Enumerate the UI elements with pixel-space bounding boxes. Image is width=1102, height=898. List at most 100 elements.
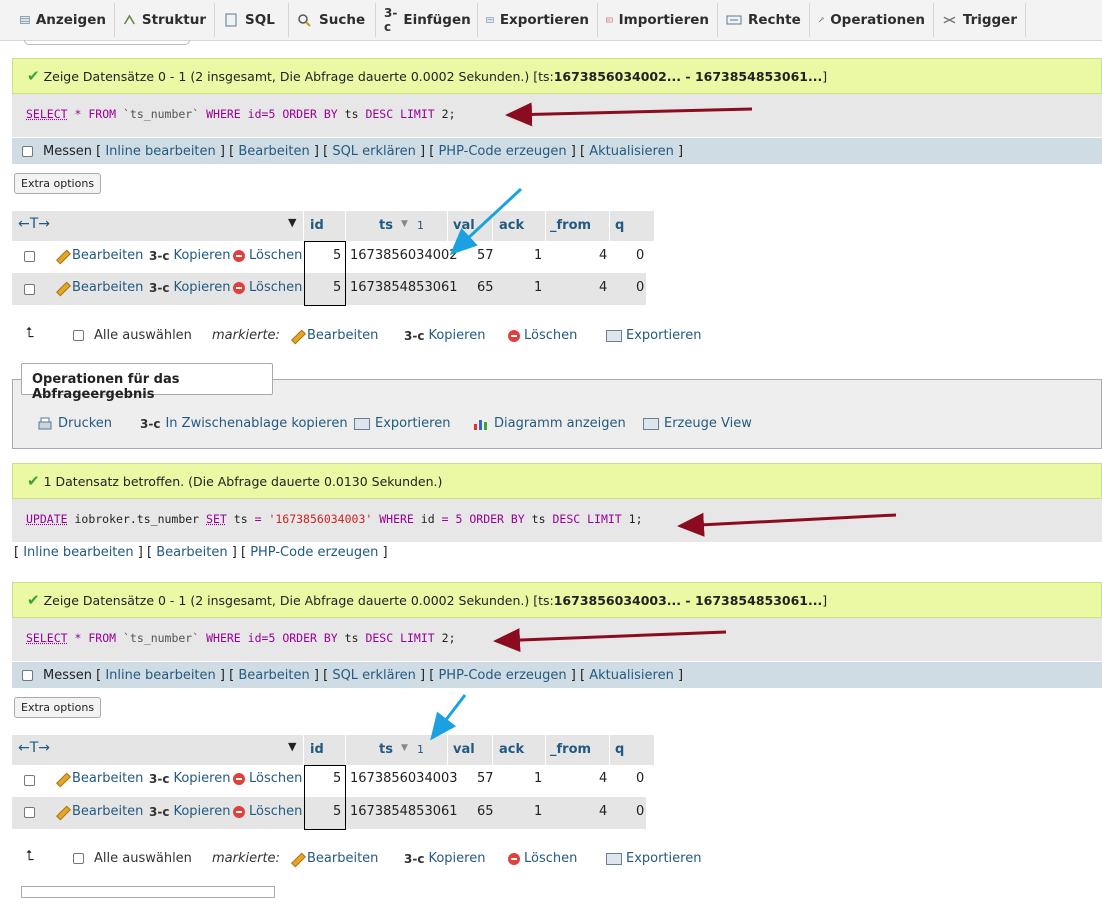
row-copy-link[interactable]: 3-c Kopieren: [149, 248, 230, 263]
tab-operations[interactable]: Operationen: [810, 3, 934, 37]
profiling-checkbox[interactable]: [22, 145, 33, 157]
refresh-link[interactable]: Aktualisieren: [589, 668, 674, 683]
tab-insert[interactable]: 3-c Einfügen: [376, 3, 478, 37]
check-icon: ✔: [27, 591, 40, 609]
column-header-ts[interactable]: ts: [379, 218, 393, 233]
row-checkbox[interactable]: [24, 251, 35, 262]
cell-q[interactable]: 0: [636, 804, 644, 819]
row-edit-link[interactable]: Bearbeiten: [55, 804, 143, 819]
inline-edit-link[interactable]: Inline bearbeiten: [23, 545, 133, 560]
bulk-copy-button[interactable]: 3-c Kopieren: [404, 851, 485, 866]
bulk-copy-button[interactable]: 3-c Kopieren: [404, 328, 485, 343]
bulk-delete-button[interactable]: Löschen: [508, 328, 577, 343]
column-toggle-arrows[interactable]: ←T→: [18, 216, 50, 232]
tab-import[interactable]: Importieren: [598, 3, 718, 37]
tab-export[interactable]: Exportieren: [478, 3, 598, 37]
column-header-ack[interactable]: ack: [499, 742, 524, 757]
row-edit-link[interactable]: Bearbeiten: [55, 248, 143, 263]
select-all-checkbox[interactable]: [73, 853, 84, 864]
cell-val[interactable]: 65: [477, 804, 494, 819]
tab-browse[interactable]: Anzeigen: [12, 3, 115, 37]
print-button[interactable]: Drucken: [37, 416, 112, 431]
cell-val[interactable]: 57: [477, 771, 494, 786]
column-separator: [447, 211, 448, 241]
row-copy-link[interactable]: 3-c Kopieren: [149, 280, 230, 295]
cell-from[interactable]: 4: [599, 248, 607, 263]
edit-link[interactable]: Bearbeiten: [156, 545, 227, 560]
create-view-button[interactable]: Erzeuge View: [643, 416, 752, 431]
tab-privileges[interactable]: Rechte: [718, 3, 810, 37]
cell-ts[interactable]: 1673856034003: [350, 771, 458, 786]
cell-q[interactable]: 0: [636, 280, 644, 295]
create-php-code-link[interactable]: PHP-Code erzeugen: [438, 144, 566, 159]
column-dropdown-icon[interactable]: ▼: [288, 216, 296, 229]
cell-q[interactable]: 0: [636, 771, 644, 786]
column-header-id[interactable]: id: [310, 218, 324, 233]
bulk-delete-button[interactable]: Löschen: [508, 851, 577, 866]
explain-sql-link[interactable]: SQL erklären: [332, 668, 416, 683]
row-delete-link[interactable]: Löschen: [233, 804, 302, 819]
row-copy-link[interactable]: 3-c Kopieren: [149, 804, 230, 819]
column-toggle-arrows[interactable]: ←T→: [18, 740, 50, 756]
row-delete-link[interactable]: Löschen: [233, 771, 302, 786]
tab-search[interactable]: Suche: [289, 3, 376, 37]
create-php-code-link[interactable]: PHP-Code erzeugen: [250, 545, 378, 560]
tab-structure[interactable]: Struktur: [115, 3, 215, 37]
bulk-edit-button[interactable]: Bearbeiten: [290, 851, 378, 866]
cell-val[interactable]: 65: [477, 280, 494, 295]
explain-sql-link[interactable]: SQL erklären: [332, 144, 416, 159]
inline-edit-link[interactable]: Inline bearbeiten: [105, 668, 215, 683]
column-header-q[interactable]: q: [615, 218, 624, 233]
tab-trigger[interactable]: Trigger: [934, 3, 1026, 37]
row-checkbox[interactable]: [24, 807, 35, 818]
extra-options-button[interactable]: Extra options: [14, 173, 102, 194]
update-actions-bar: [ Inline bearbeiten ] [ Bearbeiten ] [ P…: [14, 545, 388, 560]
column-header-q[interactable]: q: [615, 742, 624, 757]
display-chart-button[interactable]: Diagramm anzeigen: [473, 416, 626, 431]
row-checkbox[interactable]: [24, 775, 35, 786]
profiling-checkbox[interactable]: [22, 669, 33, 681]
select-all-checkbox[interactable]: [73, 330, 84, 341]
cell-from[interactable]: 4: [599, 771, 607, 786]
cell-ack[interactable]: 1: [534, 804, 542, 819]
edit-link[interactable]: Bearbeiten: [238, 144, 309, 159]
column-header-val[interactable]: val: [453, 742, 475, 757]
bulk-export-button[interactable]: Exportieren: [606, 328, 701, 343]
select-all-label[interactable]: Alle auswählen: [94, 851, 192, 866]
create-php-code-link[interactable]: PHP-Code erzeugen: [438, 668, 566, 683]
column-header-from[interactable]: _from: [550, 218, 591, 233]
inline-edit-link[interactable]: Inline bearbeiten: [105, 144, 215, 159]
export-results-button[interactable]: Exportieren: [354, 416, 450, 431]
copy-to-clipboard-button[interactable]: 3-c In Zwischenablage kopieren: [140, 416, 348, 431]
row-edit-link[interactable]: Bearbeiten: [55, 280, 143, 295]
row-copy-link[interactable]: 3-c Kopieren: [149, 771, 230, 786]
cell-val[interactable]: 57: [477, 248, 494, 263]
cell-from[interactable]: 4: [599, 280, 607, 295]
row-delete-link[interactable]: Löschen: [233, 280, 302, 295]
cell-ack[interactable]: 1: [534, 248, 542, 263]
select-all-label[interactable]: Alle auswählen: [94, 328, 192, 343]
refresh-link[interactable]: Aktualisieren: [589, 144, 674, 159]
cell-ts[interactable]: 1673854853061: [350, 804, 458, 819]
bulk-export-button[interactable]: Exportieren: [606, 851, 701, 866]
column-header-val[interactable]: val: [453, 218, 475, 233]
column-header-ack[interactable]: ack: [499, 218, 524, 233]
cell-q[interactable]: 0: [636, 248, 644, 263]
row-checkbox[interactable]: [24, 284, 35, 295]
column-header-from[interactable]: _from: [550, 742, 591, 757]
edit-link[interactable]: Bearbeiten: [238, 668, 309, 683]
row-edit-link[interactable]: Bearbeiten: [55, 771, 143, 786]
column-separator: [609, 735, 610, 765]
cell-ack[interactable]: 1: [534, 280, 542, 295]
row-delete-link[interactable]: Löschen: [233, 248, 302, 263]
cell-ts[interactable]: 1673854853061: [350, 280, 458, 295]
column-dropdown-icon[interactable]: ▼: [288, 740, 296, 753]
cell-from[interactable]: 4: [599, 804, 607, 819]
column-header-ts[interactable]: ts: [379, 742, 393, 757]
cell-ts[interactable]: 1673856034002: [350, 248, 458, 263]
tab-sql[interactable]: SQL: [215, 3, 289, 37]
extra-options-button[interactable]: Extra options: [14, 697, 102, 718]
bulk-edit-button[interactable]: Bearbeiten: [290, 328, 378, 343]
cell-ack[interactable]: 1: [534, 771, 542, 786]
column-header-id[interactable]: id: [310, 742, 324, 757]
